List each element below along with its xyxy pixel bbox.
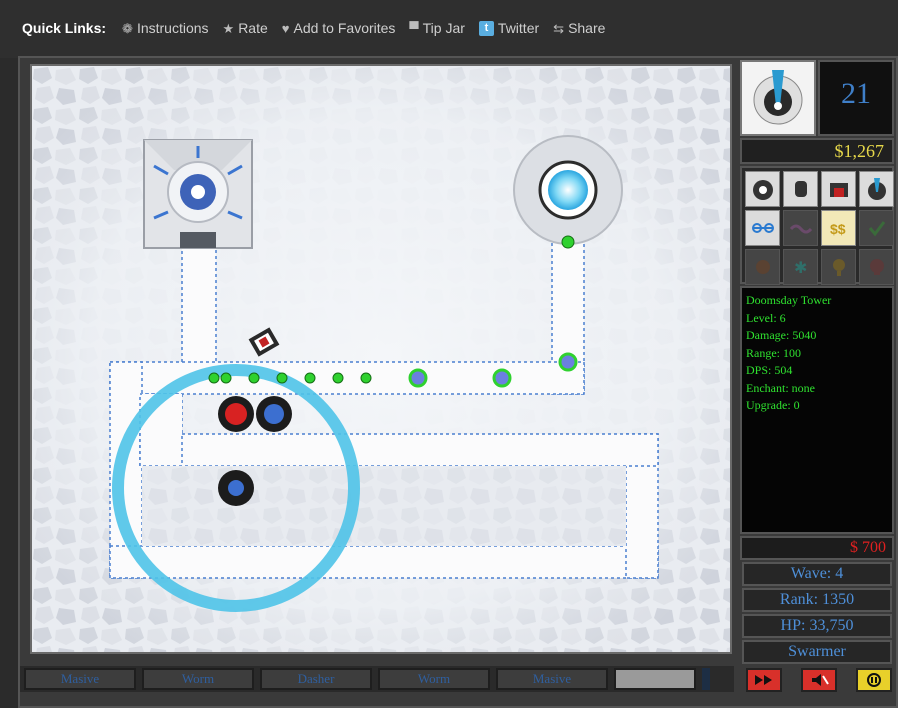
castle-tower-button[interactable] — [821, 171, 856, 207]
selected-tower-preview — [740, 60, 816, 136]
rank-display: Rank: 1350 — [742, 588, 892, 612]
doomsday-slot-icon — [867, 178, 886, 200]
enemy — [558, 352, 578, 372]
spawn-portal — [143, 139, 253, 249]
twitter-icon: t — [478, 20, 494, 36]
rate-link[interactable]: ★ Rate — [223, 20, 268, 36]
instructions-link[interactable]: ❁ Instructions — [122, 20, 209, 36]
quick-links-bar: Quick Links: ❁ Instructions ★ Rate ♥ Add… — [0, 0, 898, 58]
wave-icon — [789, 224, 812, 234]
wave-timeline-end — [614, 668, 696, 690]
rate-label: Rate — [238, 20, 268, 36]
doomsday-tower-button[interactable] — [859, 171, 894, 207]
money-upgrade-button[interactable]: $$ — [821, 210, 856, 246]
tower-damage: Damage: 5040 — [746, 328, 817, 342]
hp-display: HP: 33,750 — [742, 614, 892, 638]
enemy — [248, 372, 260, 384]
gear-icon: ❁ — [122, 20, 133, 36]
pause-button[interactable] — [856, 668, 892, 692]
skull-icon — [869, 259, 884, 275]
side-panel: 21 $1,267 $$ ✱ Doomsday Tower Level: 6 D… — [740, 60, 894, 708]
wave-timeline-marker — [702, 668, 710, 690]
enemy — [220, 372, 232, 384]
tower-name: Doomsday Tower — [746, 293, 832, 307]
mute-button[interactable] — [801, 668, 837, 692]
tip-jar-label: Tip Jar — [422, 20, 465, 36]
fast-forward-button[interactable] — [746, 668, 782, 692]
mortar-tower-button[interactable] — [783, 171, 818, 207]
exit-portal — [513, 135, 623, 245]
wave-display: Wave: 4 — [742, 562, 892, 586]
tower-red[interactable] — [218, 396, 254, 432]
tower-shop: $$ ✱ — [740, 166, 894, 285]
enemy — [561, 235, 575, 249]
castle-tower-icon — [829, 183, 848, 197]
light-enchant-button[interactable] — [821, 249, 856, 285]
tower-range: Range: 100 — [746, 345, 801, 360]
enemy — [332, 372, 344, 384]
tower-doomsday[interactable] — [256, 396, 292, 432]
link-upgrade-button[interactable] — [745, 210, 780, 246]
enemy — [360, 372, 372, 384]
enemy — [492, 368, 512, 388]
doomsday-tower-icon — [753, 70, 803, 125]
link-icon — [751, 223, 774, 233]
share-label: Share — [568, 20, 606, 36]
pause-icon — [867, 673, 881, 687]
coins-icon: $$ — [830, 221, 846, 237]
tower-blue[interactable] — [218, 470, 254, 506]
tower-upgrade: Upgrade: 0 — [746, 398, 800, 412]
money-display: $1,267 — [740, 138, 894, 164]
check-icon — [868, 221, 885, 237]
wave-segment: Worm — [142, 668, 254, 690]
fire-enchant-icon — [755, 260, 770, 274]
twitter-link[interactable]: t Twitter — [478, 20, 540, 36]
favorites-link[interactable]: ♥ Add to Favorites — [282, 20, 396, 36]
star-icon: ★ — [222, 20, 235, 36]
svg-text:✱: ✱ — [794, 258, 807, 277]
tower-enchant: Enchant: none — [746, 380, 815, 395]
wave-segment: Masive — [24, 668, 136, 690]
basic-tower-button[interactable] — [745, 171, 780, 207]
enemy-type-display: Swarmer — [742, 640, 892, 664]
wave-upgrade-button[interactable] — [783, 210, 818, 246]
enemy — [208, 372, 220, 384]
basic-tower-icon — [752, 180, 773, 200]
wave-segment: Worm — [378, 668, 490, 690]
twitter-label: Twitter — [497, 20, 540, 36]
tower-level: Level: 6 — [746, 310, 786, 325]
tower-info-panel: Doomsday Tower Level: 6 Damage: 5040 Ran… — [740, 286, 894, 534]
lives-counter: 21 — [818, 60, 894, 136]
enemy — [276, 372, 288, 384]
favorites-label: Add to Favorites — [293, 20, 396, 36]
fast-forward-icon — [755, 675, 772, 685]
wave-timeline: Masive Worm Dasher Worm Masive — [20, 666, 734, 692]
tower-dps: DPS: 504 — [746, 363, 793, 377]
svg-text:$$: $$ — [830, 221, 846, 237]
ice-enchant-button[interactable]: ✱ — [783, 249, 818, 285]
enemy — [408, 368, 428, 388]
snowflake-icon: ✱ — [794, 258, 807, 277]
confirm-button[interactable] — [859, 210, 894, 246]
share-link[interactable]: ⇆ Share — [553, 20, 605, 36]
quick-links-title: Quick Links: — [22, 20, 107, 36]
game-map[interactable] — [30, 64, 732, 654]
bulb-icon — [832, 259, 845, 276]
instructions-label: Instructions — [136, 20, 209, 36]
fire-enchant-button[interactable] — [745, 249, 780, 285]
wave-segment: Masive — [496, 668, 608, 690]
poison-enchant-button[interactable] — [859, 249, 894, 285]
jar-icon: ▀ — [409, 20, 419, 36]
mute-icon — [812, 674, 829, 686]
tip-jar-link[interactable]: ▀ Tip Jar — [409, 20, 465, 36]
enemy — [304, 372, 316, 384]
game-controls — [746, 668, 892, 700]
wave-segment: Dasher — [260, 668, 372, 690]
share-icon: ⇆ — [553, 20, 565, 36]
mortar-tower-icon — [794, 181, 807, 197]
map-canvas[interactable] — [32, 66, 730, 652]
heart-icon: ♥ — [281, 20, 290, 36]
sell-button[interactable]: $ 700 — [740, 536, 894, 560]
